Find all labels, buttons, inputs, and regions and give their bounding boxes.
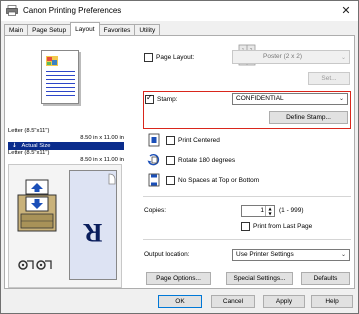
paper-size-info: Letter (8.5"x11") 8.50 in x 11.00 in ↓ A…: [8, 128, 124, 164]
define-stamp-button[interactable]: Define Stamp...: [269, 111, 348, 124]
cancel-button[interactable]: Cancel: [211, 295, 255, 308]
preview-text-line: [46, 75, 75, 76]
window-title: Canon Printing Preferences: [23, 6, 122, 15]
preview-text-line: [46, 87, 75, 88]
output-location-value: Use Printer Settings: [236, 251, 294, 258]
print-centered-label: Print Centered: [178, 137, 220, 144]
chevron-down-icon: ⌄: [338, 95, 344, 102]
stamp-checkbox[interactable]: [145, 93, 154, 104]
arrow-down-icon: ↓: [12, 143, 17, 149]
tab-layout[interactable]: Layout: [70, 22, 100, 36]
no-spaces-label: No Spaces at Top or Bottom: [178, 177, 260, 184]
special-settings-button[interactable]: Special Settings...: [226, 272, 293, 285]
copies-value: 1: [260, 207, 264, 214]
set-button[interactable]: Set...: [308, 72, 350, 85]
copies-spinner[interactable]: 1 ▲ ▼: [241, 205, 275, 217]
page-layout-select[interactable]: Poster (2 x 2) ⌄: [232, 50, 350, 64]
layout-panel: Letter (8.5"x11") 8.50 in x 11.00 in ↓ A…: [4, 35, 355, 289]
preview-text-line: [46, 83, 75, 84]
print-centered-checkbox[interactable]: [166, 136, 175, 145]
chevron-down-icon: ⌄: [340, 54, 346, 61]
spinner-buttons[interactable]: ▲ ▼: [265, 206, 274, 216]
stamp-value: CONFIDENTIAL: [236, 95, 284, 102]
preview-text-line: [46, 95, 75, 96]
page-options-button[interactable]: Page Options...: [146, 272, 211, 285]
preview-text-line: [46, 71, 75, 72]
title-bar: Canon Printing Preferences ✕: [1, 1, 358, 21]
page-preview: [41, 50, 79, 104]
apply-button[interactable]: Apply: [263, 295, 305, 308]
printer-paper-path-icon: [17, 179, 57, 232]
output-location-select[interactable]: Use Printer Settings ⌄: [232, 249, 350, 261]
actual-size-banner: ↓ Actual Size: [8, 142, 124, 150]
no-spaces-icon: [148, 173, 160, 187]
rotate-checkbox[interactable]: [166, 156, 175, 165]
stamp-select[interactable]: CONFIDENTIAL ⌄: [232, 93, 348, 105]
printer-app-icon: [6, 5, 18, 16]
rotate-label: Rotate 180 degrees: [178, 157, 236, 164]
help-button[interactable]: Help: [311, 295, 353, 308]
output-paper-size-line: Letter (8.5"x11"): [8, 150, 50, 156]
print-centered-icon: [148, 133, 160, 147]
output-location-label: Output location:: [144, 251, 190, 258]
stamp-preview: R: [69, 170, 117, 280]
print-from-last-checkbox[interactable]: [241, 222, 250, 231]
copies-label: Copies:: [144, 207, 167, 214]
preview-image-icon: [46, 56, 58, 66]
preview-text-line: [46, 79, 75, 80]
actual-size-label: Actual Size: [21, 143, 51, 149]
stamp-preview-graphic: R: [83, 173, 116, 247]
separator: [143, 196, 351, 197]
defaults-button[interactable]: Defaults: [301, 272, 350, 285]
page-layout-value: Poster (2 x 2): [263, 53, 303, 60]
separator: [143, 239, 351, 240]
print-from-last-label: Print from Last Page: [253, 223, 313, 230]
no-spaces-checkbox[interactable]: [166, 176, 175, 185]
stamp-label: Stamp:: [157, 96, 178, 103]
preview-text-line: [46, 91, 75, 92]
copies-range: (1 - 999): [279, 207, 304, 214]
ok-button[interactable]: OK: [158, 295, 202, 308]
page-layout-checkbox[interactable]: [144, 53, 153, 62]
printing-preferences-window: Canon Printing Preferences ✕ Main Page S…: [0, 0, 359, 314]
rotate-icon: [147, 153, 160, 166]
close-icon[interactable]: ✕: [338, 3, 354, 18]
paper-size-line: Letter (8.5"x11"): [8, 128, 50, 134]
stamp-letter: R: [83, 218, 102, 247]
chevron-down-icon: ⌄: [340, 251, 346, 258]
output-paper-dimensions: 8.50 in x 11.00 in: [80, 157, 124, 163]
spin-down-icon[interactable]: ▼: [266, 211, 274, 216]
roll-feed-icon: [18, 260, 52, 270]
page-layout-label: Page Layout:: [156, 54, 195, 61]
paper-dimensions: 8.50 in x 11.00 in: [80, 135, 124, 141]
